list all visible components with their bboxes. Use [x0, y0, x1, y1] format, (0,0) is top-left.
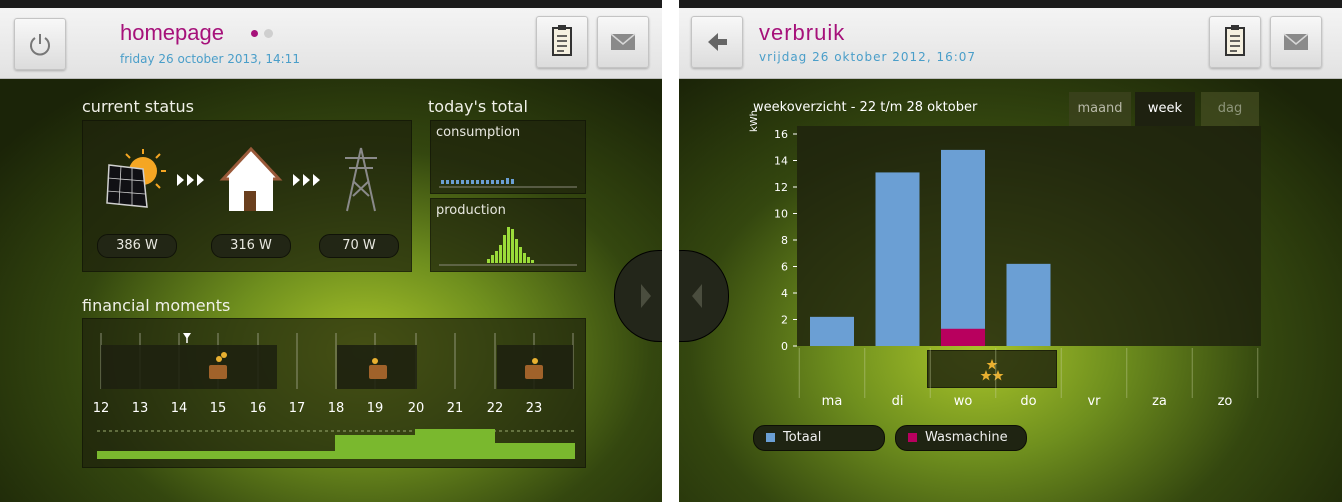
day-label: 15: [209, 401, 227, 416]
arrows-left-icon: [177, 174, 204, 186]
financial-box: 12 13 14 15 16 17 18 19 20 21 22 23: [82, 318, 586, 468]
verbruik-panel: verbruik vrijdag 26 oktober 2012, 16:07 …: [679, 0, 1342, 502]
y-tick-label: 4: [781, 287, 788, 300]
mail-icon: [610, 33, 636, 50]
x-tick-label: za: [1152, 394, 1167, 409]
x-tick-label: di: [892, 394, 904, 409]
day-label: 23: [525, 401, 543, 416]
y-tick-label: 2: [781, 314, 788, 327]
x-tick-label: vr: [1087, 394, 1101, 409]
page-title: homepage: [120, 20, 224, 45]
clipboard-button[interactable]: [536, 16, 588, 68]
y-tick-label: 0: [781, 340, 788, 353]
bar-totaal-ma: [810, 316, 854, 346]
legend-label: Totaal: [783, 430, 822, 445]
legend-wasmachine[interactable]: Wasmachine: [895, 425, 1027, 451]
page-date: friday 26 october 2013, 14:11: [120, 52, 300, 66]
day-label: 14: [170, 401, 188, 416]
page-dot-active: [251, 30, 258, 37]
power-icon: [30, 34, 50, 56]
consumption-box[interactable]: consumption: [430, 120, 586, 194]
house-icon: [219, 146, 283, 211]
arrows-right-icon: [293, 174, 320, 186]
timeline-marker-icon: [183, 333, 191, 343]
legend-swatch: [908, 433, 917, 442]
bar-totaal-do: [1006, 263, 1051, 346]
top-edge: [0, 0, 662, 8]
day-label: 22: [486, 401, 504, 416]
current-status-box: 386 W 316 W 70 W: [82, 120, 412, 272]
y-tick-label: 10: [774, 208, 788, 221]
power-button[interactable]: [14, 18, 66, 70]
day-label: 21: [446, 401, 464, 416]
day-label: 20: [407, 401, 425, 416]
y-tick-label: 16: [774, 128, 788, 141]
grid-value: 70 W: [319, 234, 399, 258]
y-tick-label: 14: [774, 155, 788, 168]
financial-timeline[interactable]: [83, 319, 585, 467]
bar-totaal-wo: [941, 149, 985, 346]
day-label: 18: [327, 401, 345, 416]
production-sparkline: [439, 227, 577, 266]
consumption-sparkline: [439, 178, 577, 188]
legend-totaal[interactable]: Totaal: [753, 425, 885, 451]
bar-totaal-di: [875, 172, 920, 346]
current-status-heading: current status: [82, 97, 194, 116]
y-tick-label: 6: [781, 261, 788, 274]
clipboard-icon: [552, 25, 572, 56]
page-dot-inactive: [264, 29, 273, 38]
bar-wasmachine-wo: [941, 328, 985, 346]
x-tick-label: do: [1020, 394, 1036, 409]
power-pylon-icon: [345, 147, 377, 212]
todays-total-heading: today's total: [428, 97, 528, 116]
day-label: 16: [249, 401, 267, 416]
y-tick-label: 8: [781, 234, 788, 247]
solar-value: 386 W: [97, 234, 177, 258]
chevron-right-icon: [641, 284, 651, 308]
solar-panel-icon: [106, 149, 166, 208]
next-page-button[interactable]: [614, 250, 662, 342]
production-box[interactable]: production: [430, 198, 586, 272]
day-label: 19: [366, 401, 384, 416]
legend-swatch: [766, 433, 775, 442]
x-tick-label: ma: [822, 394, 843, 409]
day-label: 12: [92, 401, 110, 416]
day-label: 17: [288, 401, 306, 416]
day-label: 13: [131, 401, 149, 416]
mail-button[interactable]: [597, 16, 649, 68]
header-bar: homepage friday 26 october 2013, 14:11: [0, 8, 662, 79]
x-tick-label: wo: [954, 394, 973, 409]
legend-label: Wasmachine: [925, 430, 1008, 445]
homepage-panel: homepage friday 26 october 2013, 14:11 c…: [0, 0, 662, 502]
financial-heading: financial moments: [82, 296, 231, 315]
y-tick-label: 12: [774, 181, 788, 194]
x-tick-label: zo: [1218, 394, 1233, 409]
house-value: 316 W: [211, 234, 291, 258]
